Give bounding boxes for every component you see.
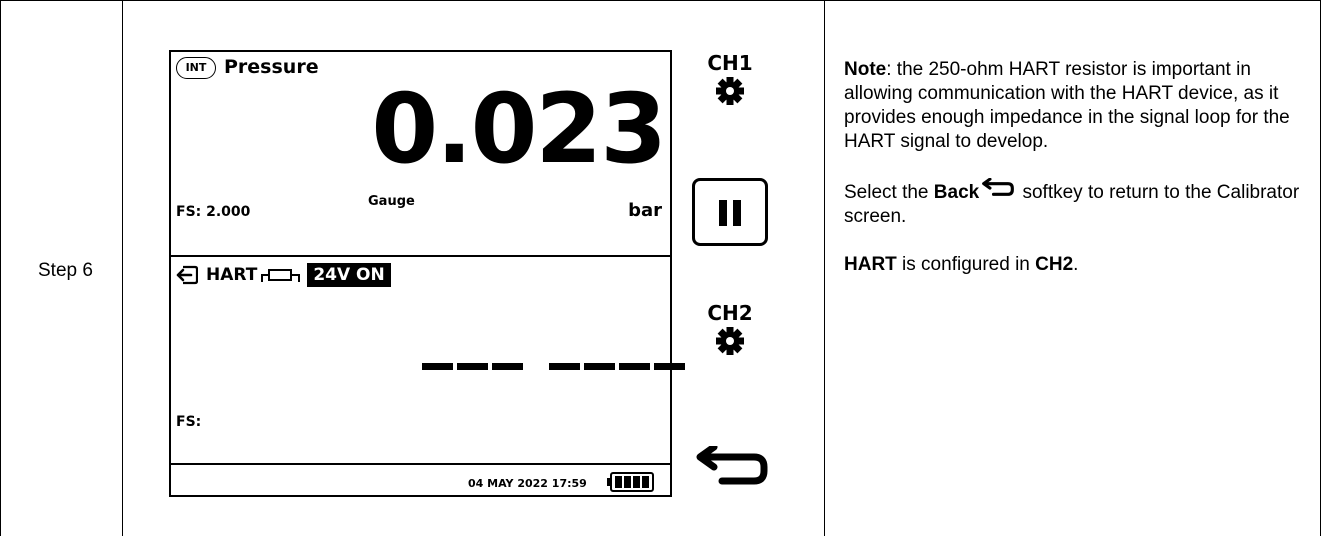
ch1-mode: Gauge xyxy=(368,194,415,209)
loop-power-badge: 24V ON xyxy=(307,263,391,287)
dash xyxy=(549,363,580,370)
config-text-end: . xyxy=(1073,254,1079,275)
ch2-title: HART xyxy=(206,265,258,285)
battery-icon xyxy=(607,472,654,492)
calibrator-screen: INT Pressure 0.023 FS: 2.000 Gauge bar H… xyxy=(169,50,685,497)
dash xyxy=(492,363,523,370)
dash xyxy=(422,363,453,370)
back-key-name: Back xyxy=(933,182,980,203)
status-datetime: 04 MAY 2022 17:59 xyxy=(468,477,587,490)
pause-softkey[interactable] xyxy=(692,178,768,246)
ch2-header: HART 24V ON xyxy=(176,262,391,288)
back-arrow-icon xyxy=(982,178,1015,196)
ch1-unit: bar xyxy=(628,200,662,221)
ch2-settings-softkey[interactable]: CH2 xyxy=(700,302,760,356)
gear-icon xyxy=(716,77,744,105)
channel-divider xyxy=(171,255,670,257)
instruction-note: Note: the 250-ohm HART resistor is impor… xyxy=(844,58,1314,301)
config-text: is configured in xyxy=(896,254,1036,275)
hart-term: HART xyxy=(844,254,897,275)
ch1-title: Pressure xyxy=(224,56,319,78)
instruction-table: Step 6 INT Pressure 0.023 FS: 2.000 Gaug… xyxy=(0,0,1321,536)
ch1-settings-softkey[interactable]: CH1 xyxy=(700,52,760,106)
step-label: Step 6 xyxy=(38,260,93,281)
ch2-reading-placeholder xyxy=(422,363,685,370)
config-note: HART is configured in CH2. xyxy=(844,253,1314,277)
ch1-full-scale: FS: 2.000 xyxy=(176,204,251,220)
status-bar-divider xyxy=(171,463,670,465)
dash xyxy=(457,363,488,370)
note-heading: Note xyxy=(844,59,887,80)
instruction-text: Select the xyxy=(844,182,934,203)
table-divider-2 xyxy=(824,0,825,536)
int-badge: INT xyxy=(176,57,216,79)
note-paragraph: Note: the 250-ohm HART resistor is impor… xyxy=(844,58,1314,154)
ch2-softkey-label: CH2 xyxy=(707,301,753,325)
input-arrow-icon xyxy=(176,265,198,285)
table-top-border xyxy=(0,0,1321,1)
dash xyxy=(584,363,615,370)
ch2-full-scale: FS: xyxy=(176,414,202,430)
dash xyxy=(619,363,650,370)
ch1-reading: 0.023 xyxy=(371,73,667,185)
ch1-softkey-label: CH1 xyxy=(707,51,753,75)
dash xyxy=(654,363,685,370)
gear-icon xyxy=(716,327,744,355)
back-arrow-icon[interactable] xyxy=(694,446,770,492)
pause-icon xyxy=(719,200,727,226)
channel-term: CH2 xyxy=(1035,254,1074,275)
table-divider-1 xyxy=(122,0,123,536)
note-body: : the 250-ohm HART resistor is important… xyxy=(844,59,1290,152)
back-instruction: Select the Back softkey to return to the… xyxy=(844,178,1314,229)
pause-icon xyxy=(733,200,741,226)
table-left-border xyxy=(0,0,1,536)
resistor-loop-icon xyxy=(261,269,301,282)
